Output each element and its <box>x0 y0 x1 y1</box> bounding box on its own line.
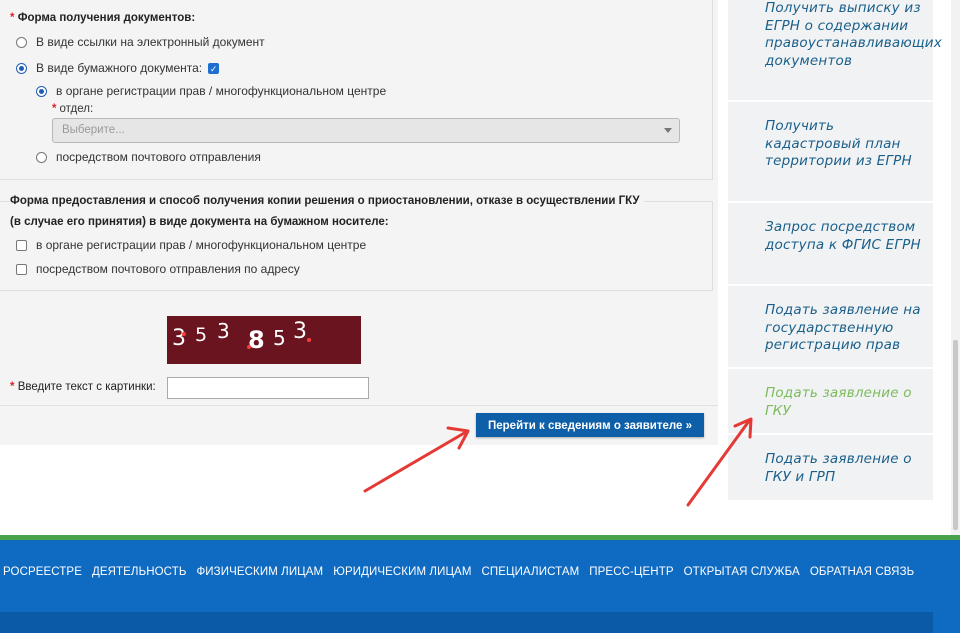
sidebar-separator <box>728 284 933 286</box>
footer-nav-activity[interactable]: ДЕЯТЕЛЬНОСТЬ <box>92 566 187 578</box>
sidebar-item-fgis-request[interactable]: Запрос посредством доступа к ФГИС ЕГРН <box>765 219 933 254</box>
footer-nav-individuals[interactable]: ФИЗИЧЕСКИМ ЛИЦАМ <box>196 566 323 578</box>
radio-post[interactable] <box>36 151 47 163</box>
option-office[interactable]: в органе регистрации прав / многофункцио… <box>36 84 386 98</box>
footer-bottom-bar <box>0 612 933 633</box>
checkbox-copy-office[interactable] <box>16 239 27 251</box>
captcha-input[interactable] <box>167 377 369 399</box>
paper-document-checkbox[interactable]: ✓ <box>208 62 220 74</box>
copy-decision-legend-line2: (в случае его принятия) в виде документа… <box>10 216 389 228</box>
footer-nav-legal-entities[interactable]: ЮРИДИЧЕСКИМ ЛИЦАМ <box>333 566 471 578</box>
copy-option-post[interactable]: посредством почтового отправления по адр… <box>16 262 300 276</box>
sidebar-separator <box>728 433 933 435</box>
captcha-image: 3 5 3 8 5 3 <box>167 316 361 364</box>
radio-office[interactable] <box>36 85 47 97</box>
checkbox-copy-post[interactable] <box>16 263 27 275</box>
footer-nav-about[interactable]: РОСРЕЕСТРЕ <box>3 566 82 578</box>
sidebar: Получить выписку из ЕГРН о содержании пр… <box>728 0 942 500</box>
footer-nav-specialists[interactable]: СПЕЦИАЛИСТАМ <box>482 566 580 578</box>
option-paper-document[interactable]: В виде бумажного документа: ✓ <box>16 61 228 75</box>
receive-docs-legend: * Форма получения документов: <box>10 12 200 24</box>
request-form: * Форма получения документов: В виде ссы… <box>0 0 718 445</box>
option-post[interactable]: посредством почтового отправления <box>36 150 261 164</box>
sidebar-item-gku-grp-application[interactable]: Подать заявление о ГКУ и ГРП <box>765 451 933 486</box>
sidebar-item-cadastral-plan[interactable]: Получить кадастровый план территории из … <box>765 118 933 171</box>
form-divider <box>0 405 718 406</box>
scrollbar-thumb[interactable] <box>953 340 958 530</box>
copy-decision-legend-line1: Форма предоставления и способ получения … <box>10 195 644 207</box>
sidebar-item-egrn-extract[interactable]: Получить выписку из ЕГРН о содержании пр… <box>765 0 942 70</box>
copy-option-office[interactable]: в органе регистрации прав / многофункцио… <box>16 238 366 252</box>
sidebar-item-gku-application[interactable]: Подать заявление о ГКУ <box>765 385 933 420</box>
footer-nav-feedback[interactable]: ОБРАТНАЯ СВЯЗЬ <box>810 566 914 578</box>
sidebar-separator <box>728 367 933 369</box>
radio-paper-document[interactable] <box>16 62 27 74</box>
option-electronic-link[interactable]: В виде ссылки на электронный документ <box>16 35 265 49</box>
footer-nav-open-service[interactable]: ОТКРЫТАЯ СЛУЖБА <box>684 566 800 578</box>
sidebar-separator <box>728 100 933 102</box>
captcha-label: * Введите текст с картинки: <box>10 381 156 393</box>
department-label: * отдел: <box>52 103 94 115</box>
chevron-down-icon <box>664 128 672 133</box>
footer-nav: РОСРЕЕСТРЕ ДЕЯТЕЛЬНОСТЬ ФИЗИЧЕСКИМ ЛИЦАМ… <box>3 566 924 578</box>
radio-electronic-link[interactable] <box>16 36 27 48</box>
sidebar-item-registration-rights[interactable]: Подать заявление на государственную реги… <box>765 302 933 355</box>
department-select[interactable]: Выберите... <box>52 118 680 143</box>
footer-nav-press-center[interactable]: ПРЕСС-ЦЕНТР <box>589 566 673 578</box>
sidebar-separator <box>728 201 933 203</box>
next-step-button[interactable]: Перейти к сведениям о заявителе » <box>476 413 704 437</box>
